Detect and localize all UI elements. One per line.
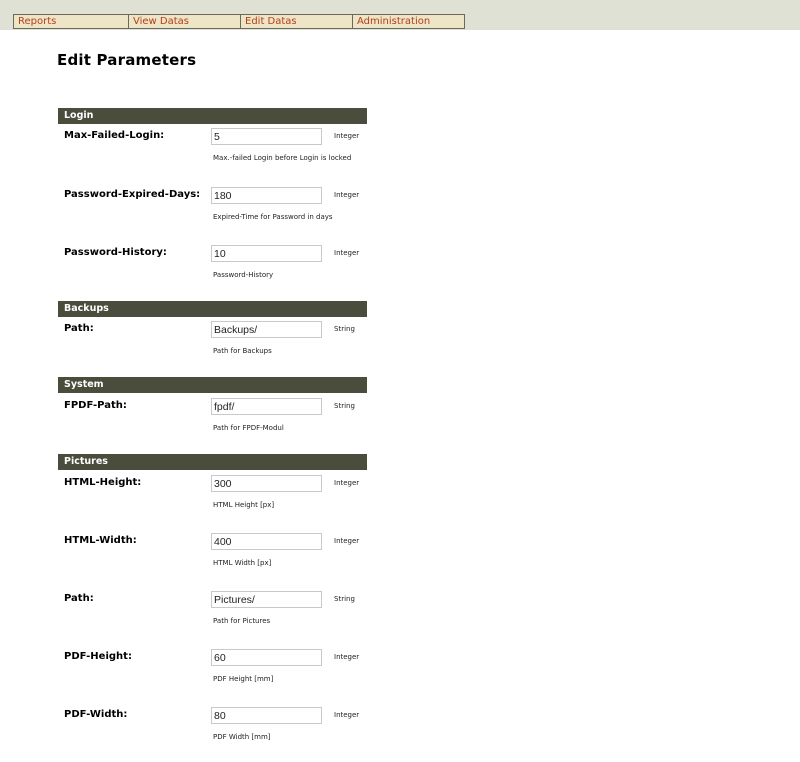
section-header-pictures: Pictures bbox=[58, 454, 367, 470]
param-type: Integer bbox=[334, 249, 360, 257]
param-description: Password-History bbox=[213, 271, 274, 279]
param-type: String bbox=[334, 595, 355, 603]
param-row-html-height: HTML-Height: Integer HTML Height [px] bbox=[58, 475, 378, 515]
html-height-input[interactable] bbox=[211, 475, 322, 492]
param-row-pictures-path: Path: String Path for Pictures bbox=[58, 591, 378, 631]
param-label: PDF-Width: bbox=[64, 709, 128, 720]
param-label: PDF-Height: bbox=[64, 651, 132, 662]
main-menu: Reports View Datas Edit Datas Administra… bbox=[13, 14, 465, 29]
password-history-input[interactable] bbox=[211, 245, 322, 262]
param-row-fpdf-path: FPDF-Path: String Path for FPDF-Modul bbox=[58, 398, 378, 438]
param-type: String bbox=[334, 325, 355, 333]
param-row-pdf-width: PDF-Width: Integer PDF Width [mm] bbox=[58, 707, 378, 747]
param-description: Path for Backups bbox=[213, 347, 272, 355]
param-description: HTML Width [px] bbox=[213, 559, 272, 567]
param-description: Expired-Time for Password in days bbox=[213, 213, 333, 221]
param-type: Integer bbox=[334, 711, 360, 719]
param-label: HTML-Width: bbox=[64, 535, 137, 546]
section-header-login: Login bbox=[58, 108, 367, 124]
param-row-pdf-height: PDF-Height: Integer PDF Height [mm] bbox=[58, 649, 378, 689]
param-type: Integer bbox=[334, 653, 360, 661]
menu-item-reports[interactable]: Reports bbox=[13, 14, 129, 29]
menu-item-edit-datas[interactable]: Edit Datas bbox=[240, 14, 353, 29]
param-row-max-failed-login: Max-Failed-Login: Integer Max.-failed Lo… bbox=[58, 128, 378, 168]
param-type: Integer bbox=[334, 191, 360, 199]
param-description: Max.-failed Login before Login is locked bbox=[213, 154, 352, 162]
param-label: Path: bbox=[64, 593, 94, 604]
param-row-password-expired-days: Password-Expired-Days: Integer Expired-T… bbox=[58, 187, 378, 227]
param-description: PDF Width [mm] bbox=[213, 733, 271, 741]
page-title: Edit Parameters bbox=[57, 51, 197, 69]
param-type: Integer bbox=[334, 537, 360, 545]
fpdf-path-input[interactable] bbox=[211, 398, 322, 415]
max-failed-login-input[interactable] bbox=[211, 128, 322, 145]
param-label: Password-Expired-Days: bbox=[64, 189, 201, 200]
param-description: Path for FPDF-Modul bbox=[213, 424, 284, 432]
param-type: Integer bbox=[334, 479, 360, 487]
top-bar: Reports View Datas Edit Datas Administra… bbox=[0, 0, 800, 30]
param-row-password-history: Password-History: Integer Password-Histo… bbox=[58, 245, 378, 285]
param-label: Max-Failed-Login: bbox=[64, 130, 165, 141]
section-header-backups: Backups bbox=[58, 301, 367, 317]
param-description: HTML Height [px] bbox=[213, 501, 275, 509]
param-label: Path: bbox=[64, 323, 94, 334]
param-type: Integer bbox=[334, 132, 360, 140]
param-type: String bbox=[334, 402, 355, 410]
html-width-input[interactable] bbox=[211, 533, 322, 550]
password-expired-days-input[interactable] bbox=[211, 187, 322, 204]
param-label: FPDF-Path: bbox=[64, 400, 127, 411]
menu-item-administration[interactable]: Administration bbox=[352, 14, 465, 29]
param-row-html-width: HTML-Width: Integer HTML Width [px] bbox=[58, 533, 378, 573]
param-row-backups-path: Path: String Path for Backups bbox=[58, 321, 378, 361]
pdf-height-input[interactable] bbox=[211, 649, 322, 666]
section-header-system: System bbox=[58, 377, 367, 393]
pdf-width-input[interactable] bbox=[211, 707, 322, 724]
pictures-path-input[interactable] bbox=[211, 591, 322, 608]
param-label: HTML-Height: bbox=[64, 477, 142, 488]
menu-item-view-datas[interactable]: View Datas bbox=[128, 14, 241, 29]
backups-path-input[interactable] bbox=[211, 321, 322, 338]
param-description: PDF Height [mm] bbox=[213, 675, 274, 683]
param-label: Password-History: bbox=[64, 247, 167, 258]
param-description: Path for Pictures bbox=[213, 617, 271, 625]
